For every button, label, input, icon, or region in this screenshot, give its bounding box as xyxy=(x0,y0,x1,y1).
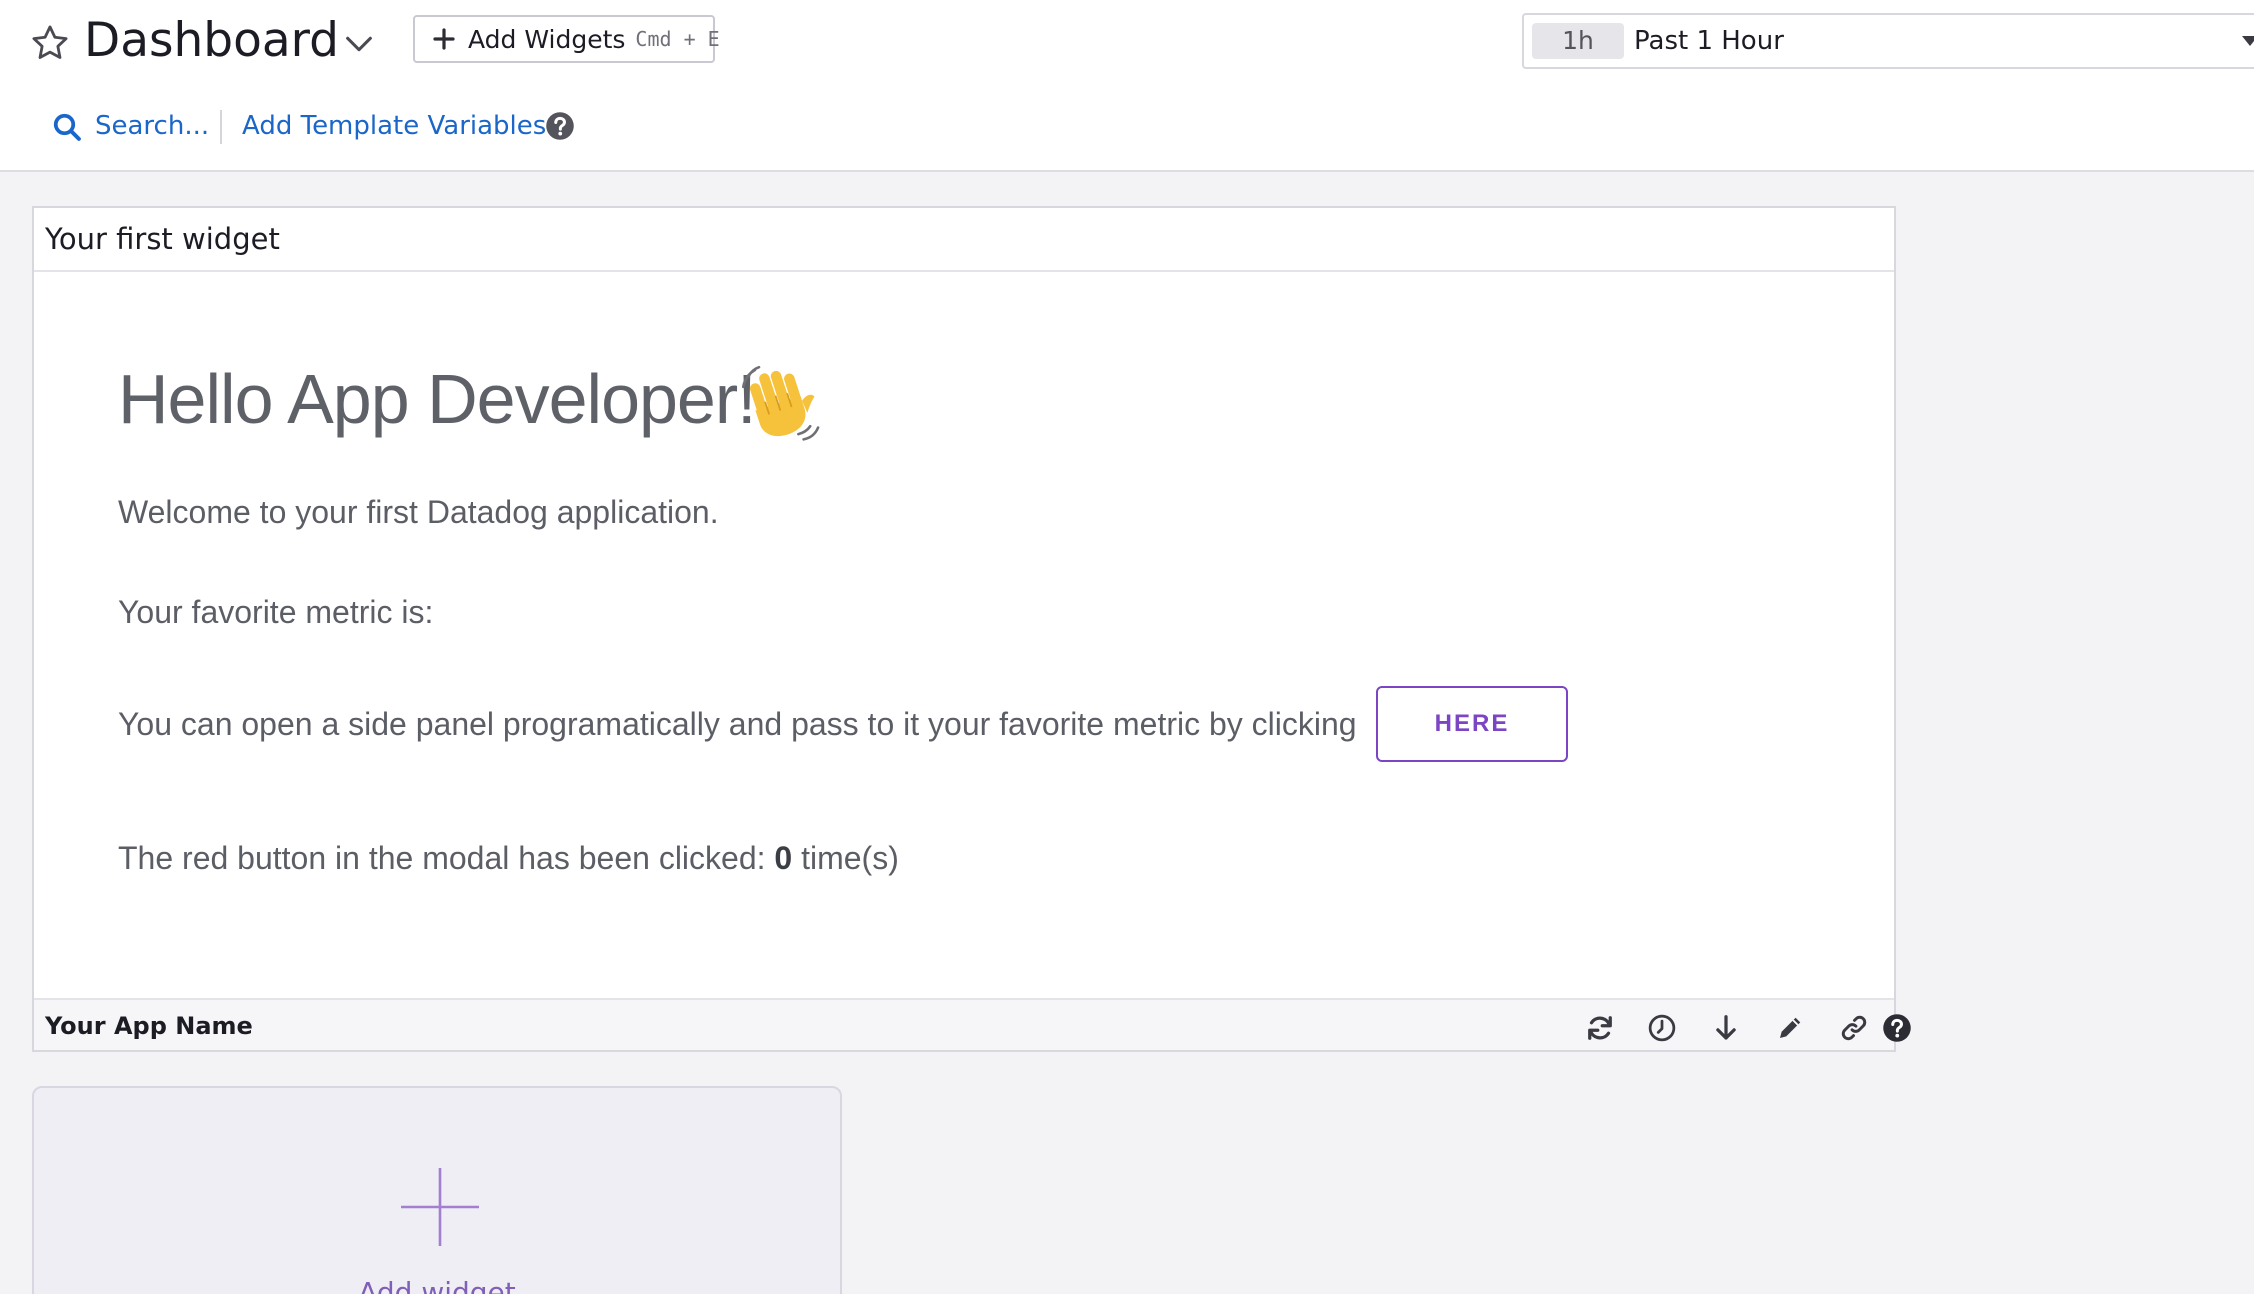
time-range-badge: 1h xyxy=(1532,23,1624,59)
side-panel-text: You can open a side panel programaticall… xyxy=(118,706,1357,742)
first-widget: Your first widget Hello App Developer! W… xyxy=(32,206,1911,1052)
add-widgets-label: Add Widgets xyxy=(468,24,626,54)
red-button-click-count-text: The red button in the modal has been cli… xyxy=(118,836,899,880)
waving-hand-icon xyxy=(741,365,820,441)
dashboard-header: Dashboard Add Widgets Cmd + E 1h Past 1 … xyxy=(0,0,2254,172)
hello-heading: Hello App Developer! xyxy=(118,360,757,438)
widget-title: Your first widget xyxy=(45,222,280,256)
time-range-picker[interactable]: 1h Past 1 Hour xyxy=(1522,13,2254,69)
caret-down-icon xyxy=(2242,36,2254,46)
plus-icon xyxy=(401,1168,479,1246)
add-widgets-button[interactable]: Add Widgets Cmd + E xyxy=(413,15,720,63)
search-link[interactable]: Search... xyxy=(95,106,209,146)
click-count-suffix: time(s) xyxy=(792,840,899,876)
plus-icon xyxy=(433,28,455,50)
here-button[interactable]: HERE xyxy=(1376,686,1568,762)
star-icon[interactable] xyxy=(29,22,71,64)
widget-footer: Your App Name xyxy=(34,998,1911,1050)
refresh-icon[interactable] xyxy=(1585,1013,1615,1043)
help-icon[interactable] xyxy=(1882,1013,1912,1043)
widget-body: Hello App Developer! Welcome to your fir… xyxy=(34,272,1894,998)
clock-icon[interactable] xyxy=(1647,1013,1677,1043)
chevron-down-icon[interactable] xyxy=(342,27,376,61)
add-widget-placeholder[interactable]: Add widget xyxy=(32,1086,842,1294)
page-title: Dashboard xyxy=(84,13,339,68)
welcome-text: Welcome to your first Datadog applicatio… xyxy=(118,494,719,530)
click-count-value: 0 xyxy=(774,840,793,876)
download-icon[interactable] xyxy=(1711,1013,1741,1043)
time-range-label: Past 1 Hour xyxy=(1634,26,1784,56)
app-name: Your App Name xyxy=(45,1012,253,1040)
search-icon[interactable] xyxy=(52,112,82,142)
favorite-metric-text: Your favorite metric is: xyxy=(118,594,434,630)
click-count-prefix: The red button in the modal has been cli… xyxy=(118,840,775,876)
help-icon[interactable] xyxy=(545,111,575,141)
add-template-variables-link[interactable]: Add Template Variables xyxy=(242,106,546,146)
divider xyxy=(220,110,222,144)
add-widget-label: Add widget xyxy=(358,1276,516,1294)
link-icon[interactable] xyxy=(1839,1013,1869,1043)
widget-title-bar: Your first widget xyxy=(34,208,1894,272)
pencil-icon[interactable] xyxy=(1775,1013,1805,1043)
add-widgets-shortcut: Cmd + E xyxy=(635,27,720,51)
